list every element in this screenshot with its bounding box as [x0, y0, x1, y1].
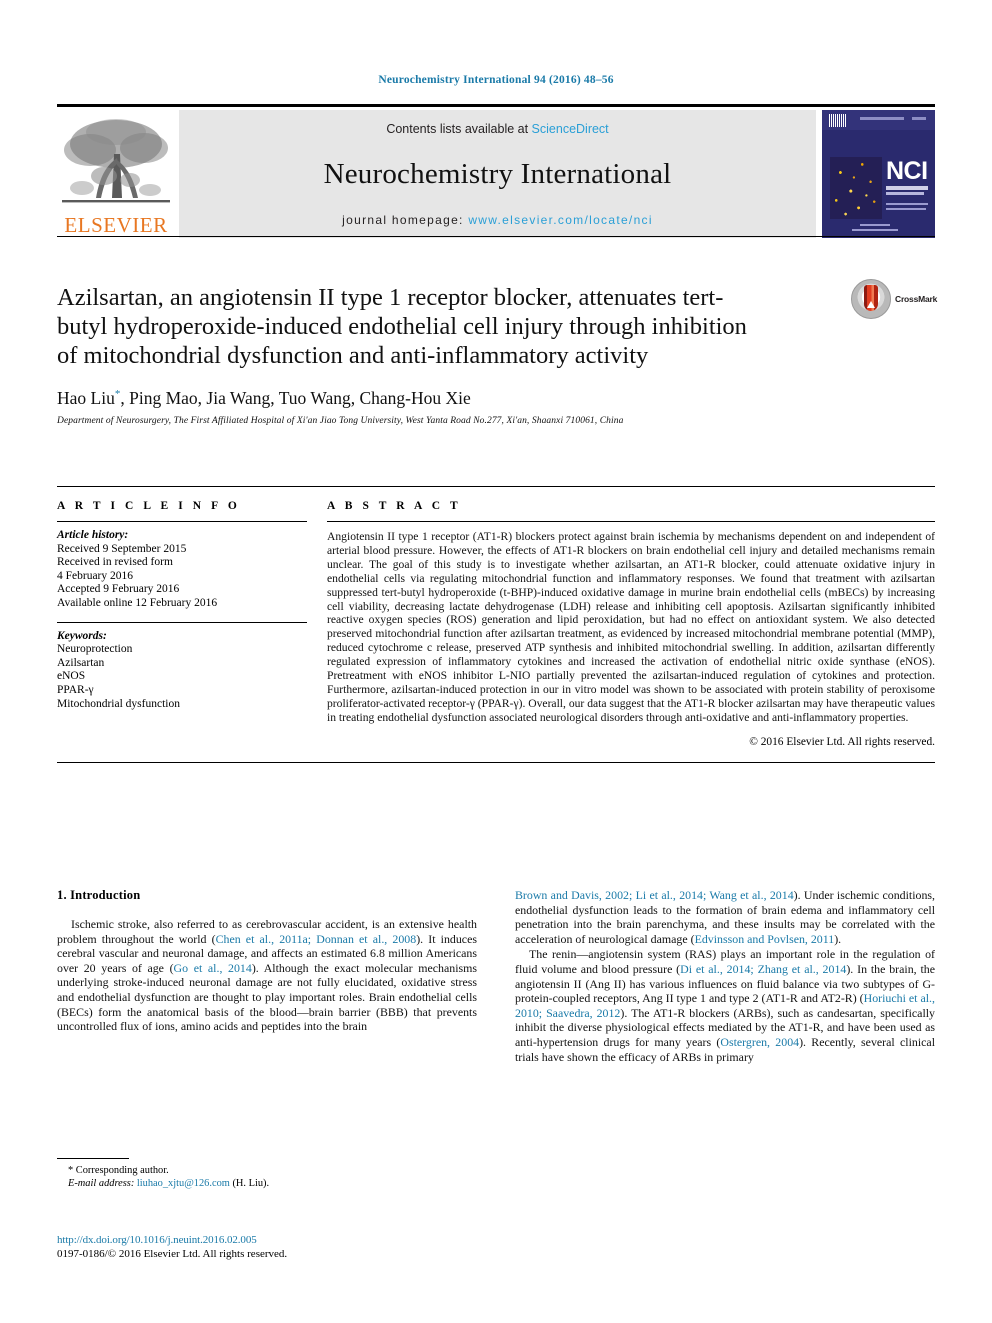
- cover-barcode-icon: [829, 114, 846, 127]
- info-top-divider: [57, 486, 935, 487]
- body-column-right: Brown and Davis, 2002; Li et al., 2014; …: [515, 888, 935, 1065]
- cover-subtitle-line-2: [886, 192, 924, 195]
- author-list: Hao Liu*, Ping Mao, Jia Wang, Tuo Wang, …: [57, 388, 935, 409]
- abstract-heading: A B S T R A C T: [327, 500, 462, 512]
- email-label: E-mail address:: [68, 1178, 137, 1189]
- abstract-divider: [327, 521, 935, 522]
- citation-link[interactable]: Go et al., 2014: [174, 961, 252, 975]
- email-link[interactable]: liuhao_xjtu@126.com: [137, 1178, 230, 1189]
- abstract-copyright: © 2016 Elsevier Ltd. All rights reserved…: [749, 735, 935, 748]
- crossmark-badge[interactable]: CrossMark: [851, 277, 937, 321]
- cover-subtitle-line-3: [886, 203, 928, 205]
- cover-acronym: NCI: [886, 157, 928, 185]
- keywords-divider: [57, 621, 307, 623]
- keyword-item: eNOS: [57, 670, 86, 683]
- footnote-area: * Corresponding author. E-mail address: …: [57, 1158, 477, 1190]
- history-item: Accepted 9 February 2016: [57, 583, 180, 596]
- keywords-block: Keywords: Neuroprotection Azilsartan eNO…: [57, 630, 307, 712]
- article-info-column: A R T I C L E I N F O Article history: R…: [57, 500, 307, 748]
- issn-copyright: 0197-0186/© 2016 Elsevier Ltd. All right…: [57, 1248, 288, 1260]
- journal-homepage-link[interactable]: www.elsevier.com/locate/nci: [468, 213, 653, 227]
- journal-title: Neurochemistry International: [323, 158, 672, 190]
- title-block: CrossMark Azilsartan, an angiotensin II …: [57, 236, 937, 426]
- crossmark-label: CrossMark: [895, 294, 938, 304]
- history-item: Received 9 September 2015: [57, 542, 187, 555]
- affiliation: Department of Neurosurgery, The First Af…: [57, 416, 624, 426]
- elsevier-tree-icon: [60, 114, 172, 214]
- abstract-column: A B S T R A C T Angiotensin II type 1 re…: [327, 500, 935, 748]
- cover-footer-line-2: [852, 229, 898, 231]
- elsevier-logo: ELSEVIER: [57, 110, 175, 238]
- cover-top-text-line-2: [912, 117, 926, 120]
- email-note: E-mail address: liuhao_xjtu@126.com (H. …: [57, 1177, 477, 1190]
- info-abstract-area: A R T I C L E I N F O Article history: R…: [57, 486, 935, 763]
- citation-link[interactable]: Brown and Davis, 2002; Li et al., 2014; …: [515, 888, 794, 902]
- article-history-block: Article history: Received 9 September 20…: [57, 529, 307, 611]
- journal-homepage-line: journal homepage: www.elsevier.com/locat…: [342, 213, 653, 227]
- keyword-item: Neuroprotection: [57, 643, 133, 656]
- intro-paragraph-left: Ischemic stroke, also referred to as cer…: [57, 917, 477, 1034]
- journal-masthead: ELSEVIER Contents lists available at Sci…: [57, 104, 935, 238]
- intro-paragraph-right-1: Brown and Davis, 2002; Li et al., 2014; …: [515, 888, 935, 946]
- homepage-prefix: journal homepage:: [342, 213, 469, 227]
- footer-block: http://dx.doi.org/10.1016/j.neuint.2016.…: [57, 1234, 477, 1260]
- elsevier-wordmark: ELSEVIER: [64, 213, 168, 237]
- citation-link[interactable]: Ostergren, 2004: [720, 1035, 799, 1049]
- body-column-left: 1. Introduction Ischemic stroke, also re…: [57, 888, 477, 1065]
- cover-subtitle-line-4: [886, 208, 926, 210]
- page-title: Azilsartan, an angiotensin II type 1 rec…: [57, 284, 747, 369]
- article-info-divider: [57, 521, 307, 522]
- body-columns: 1. Introduction Ischemic stroke, also re…: [57, 888, 935, 1065]
- keyword-item: PPAR-γ: [57, 683, 94, 696]
- footnote-divider: [57, 1158, 129, 1159]
- contents-prefix: Contents lists available at: [386, 122, 532, 136]
- cover-subtitle-line-1: [886, 186, 928, 190]
- article-history-label: Article history:: [57, 529, 129, 541]
- cover-footer-line-1: [860, 224, 890, 226]
- crossmark-icon: [851, 279, 891, 319]
- article-info-heading: A R T I C L E I N F O: [57, 500, 241, 512]
- section-heading-introduction: 1. Introduction: [57, 888, 141, 902]
- sciencedirect-link[interactable]: ScienceDirect: [532, 122, 609, 136]
- author-first: Hao Liu: [57, 388, 115, 408]
- crossmark-icon-arrow: [867, 301, 875, 308]
- keyword-item: Azilsartan: [57, 656, 105, 669]
- author-rest: , Ping Mao, Jia Wang, Tuo Wang, Chang-Ho…: [120, 388, 471, 408]
- intro-paragraph-right-2: The renin—angiotensin system (RAS) plays…: [515, 947, 935, 1064]
- citation-link[interactable]: Di et al., 2014; Zhang et al., 2014: [680, 962, 846, 976]
- keywords-label: Keywords:: [57, 629, 107, 642]
- keyword-item: Mitochondrial dysfunction: [57, 697, 180, 710]
- abstract-text: Angiotensin II type 1 receptor (AT1-R) b…: [327, 530, 935, 724]
- contents-available-line: Contents lists available at ScienceDirec…: [386, 122, 608, 136]
- body-column-gap: [477, 888, 515, 1065]
- corresponding-author-note: * Corresponding author.: [68, 1165, 169, 1176]
- abstract-bottom-divider: [57, 761, 935, 763]
- running-head: Neurochemistry International 94 (2016) 4…: [378, 74, 614, 86]
- article-first-page: Neurochemistry International 94 (2016) 4…: [0, 0, 992, 1323]
- masthead-center-panel: Contents lists available at ScienceDirec…: [179, 110, 816, 238]
- right-text-b: ).: [834, 931, 842, 946]
- cover-top-text-line: [860, 117, 904, 120]
- column-gap: [307, 500, 327, 748]
- journal-cover-thumbnail: NCI: [822, 110, 935, 238]
- email-suffix: (H. Liu).: [229, 1178, 270, 1189]
- title-top-divider: [57, 236, 935, 237]
- cover-artwork: [830, 157, 882, 219]
- citation-link[interactable]: Edvinsson and Povlsen, 2011: [695, 932, 835, 946]
- doi-link[interactable]: http://dx.doi.org/10.1016/j.neuint.2016.…: [57, 1234, 477, 1246]
- citation-link[interactable]: Chen et al., 2011a; Donnan et al., 2008: [216, 932, 417, 946]
- history-item: 4 February 2016: [57, 569, 134, 582]
- history-item: Received in revised form: [57, 556, 173, 569]
- history-item: Available online 12 February 2016: [57, 596, 218, 609]
